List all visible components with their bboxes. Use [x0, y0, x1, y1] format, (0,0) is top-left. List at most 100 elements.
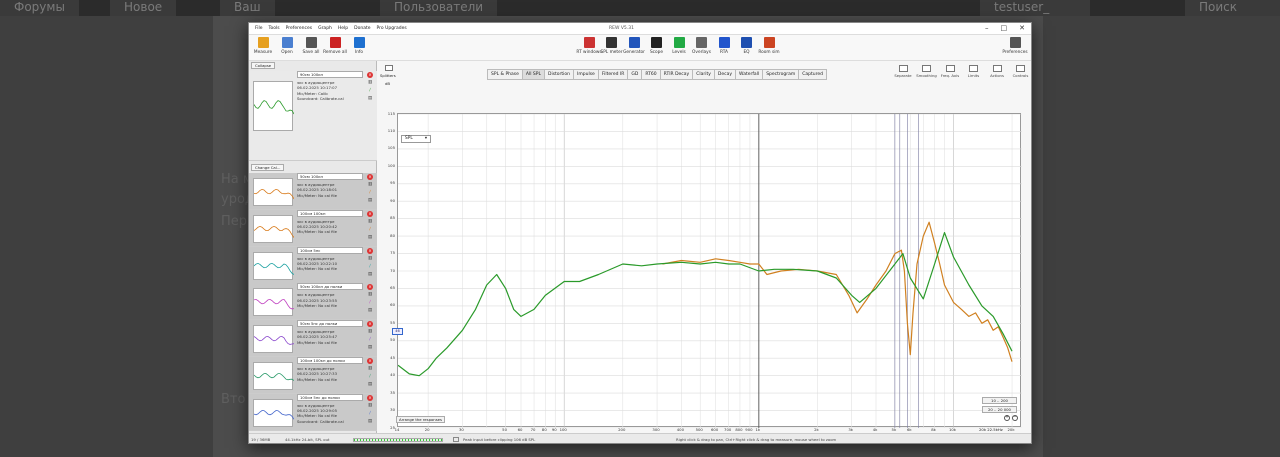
trace-color-icon[interactable]: ∕: [367, 264, 373, 269]
y-axis-marker[interactable]: 46: [392, 328, 403, 335]
arrange-responses-button[interactable]: Arrange the responses: [396, 416, 446, 423]
splitters-icon[interactable]: [385, 65, 393, 71]
graph-tab[interactable]: GD: [627, 69, 643, 80]
document-icon[interactable]: ▤: [367, 345, 373, 350]
remove-measurement-icon[interactable]: ×: [367, 358, 373, 364]
document-icon[interactable]: ▤: [367, 198, 373, 203]
measurement-tile[interactable]: 100см 5нс до полки экс в аудиоцентре 06.02…: [249, 393, 377, 431]
y-tick-label: 110: [387, 127, 395, 133]
range-select-2[interactable]: 20 .. 20 000: [982, 406, 1017, 413]
remove-measurement-icon[interactable]: ×: [367, 394, 373, 401]
collapse-button[interactable]: Collapse: [251, 62, 276, 69]
separate-control[interactable]: Separate: [892, 65, 914, 78]
thumbnail-graph: [253, 409, 295, 420]
graph-tab[interactable]: SPL & Phase: [487, 69, 523, 80]
chart-icon[interactable]: ▥: [367, 219, 373, 224]
toolbar-label: Save all: [302, 50, 320, 55]
x-tick-label: 800: [735, 427, 743, 432]
graph-tab[interactable]: Clarity: [692, 69, 715, 80]
measurement-name[interactable]: 50см 100кп до полки: [297, 283, 363, 291]
info-line: Mic/Meter: No cal file: [297, 229, 337, 235]
freq-axis-control[interactable]: Freq. Axis: [939, 65, 961, 78]
remove-measurement-icon[interactable]: ×: [367, 72, 373, 78]
remove-measurement-icon[interactable]: ×: [367, 174, 373, 180]
chart-icon[interactable]: ▥: [367, 256, 373, 261]
document-icon[interactable]: ▤: [367, 235, 373, 240]
menu-item-1[interactable]: Tools: [269, 26, 280, 31]
thumbnail-graph: [253, 336, 295, 346]
measurement-tile[interactable]: 100см 100кп до полки экс в аудиоцентре 06.…: [249, 357, 377, 394]
graph-tab[interactable]: Filtered IR: [597, 69, 629, 80]
measurement-tile[interactable]: 50см 5нс до полки экс в аудиоцентре 06.02.…: [249, 320, 377, 358]
measurement-tile[interactable]: 100см 100кп экс в аудиоцентре 06.02.2025 1…: [249, 209, 377, 247]
room-sim-button[interactable]: Room sim: [755, 37, 783, 55]
frequency-response-plot[interactable]: SPL ▾ 46 Arrange the responses 10 .. 200 …: [392, 113, 1022, 428]
maximize-button[interactable]: □: [1001, 24, 1008, 32]
document-icon[interactable]: ▤: [367, 419, 373, 424]
measurement-name[interactable]: 100см 100кп до полки: [297, 357, 363, 364]
trace-color-icon[interactable]: ∕: [367, 374, 373, 379]
wrench-button[interactable]: Preferences: [1001, 37, 1029, 55]
measurement-tile[interactable]: 90см 100кп экс в аудиоцентре 06.02.2025 10…: [249, 71, 377, 161]
trace-color-icon[interactable]: ∕: [367, 411, 373, 416]
actions-control[interactable]: Actions: [986, 65, 1008, 78]
change-cal-button[interactable]: Change Cal...: [251, 164, 285, 171]
measurement-name[interactable]: 100см 5нс: [297, 246, 363, 254]
graph-tab[interactable]: Decay: [713, 69, 737, 80]
graph-tab[interactable]: Spectrogram: [762, 69, 800, 80]
graph-tab[interactable]: All SPL: [521, 69, 545, 80]
controls-control[interactable]: Controls: [1010, 65, 1032, 78]
measurement-tile[interactable]: 50см 100кп до полки экс в аудиоцентре 06.0…: [249, 283, 377, 321]
chart-icon[interactable]: ▥: [367, 329, 373, 334]
menu-item-6[interactable]: Pro Upgrades: [377, 26, 407, 31]
remove-measurement-icon[interactable]: ×: [367, 321, 373, 328]
measurement-name[interactable]: 100см 100кп: [297, 209, 363, 217]
remove-measurement-icon[interactable]: ×: [367, 210, 373, 217]
measurement-tile[interactable]: 100см 5нс экс в аудиоцентре 06.02.2025 10:…: [249, 246, 377, 284]
measurement-name[interactable]: 100см 5нс до полки: [297, 393, 363, 401]
document-icon[interactable]: ▤: [367, 272, 373, 277]
menu-item-5[interactable]: Donate: [354, 26, 370, 31]
zoom-out-x-icon[interactable]: −: [1012, 415, 1018, 421]
chart-icon[interactable]: ▥: [367, 292, 373, 297]
trace-color-icon[interactable]: ∕: [367, 190, 373, 195]
zoom-in-x-icon[interactable]: +: [1004, 415, 1010, 421]
limits-control[interactable]: Limits: [963, 65, 985, 78]
menu-item-4[interactable]: Help: [338, 26, 348, 31]
graph-tab[interactable]: Waterfall: [735, 69, 764, 80]
chart-icon[interactable]: ▥: [367, 403, 373, 408]
info-button[interactable]: Info: [345, 37, 373, 55]
smoothing-icon: [922, 65, 931, 72]
menu-item-2[interactable]: Preferences: [286, 26, 312, 31]
remove-measurement-icon[interactable]: ×: [367, 284, 373, 291]
document-icon[interactable]: ▤: [367, 96, 373, 101]
measurement-name[interactable]: 90см 100кп: [297, 71, 363, 78]
remove-measurement-icon[interactable]: ×: [367, 247, 373, 254]
document-icon[interactable]: ▤: [367, 382, 373, 387]
measurement-name[interactable]: 50см 100кп: [297, 173, 363, 180]
trace-color-icon[interactable]: ∕: [367, 300, 373, 305]
chart-icon[interactable]: ▥: [367, 80, 373, 85]
measurement-tile[interactable]: 50см 100кп экс в аудиоцентре 06.02.2025 10…: [249, 173, 377, 210]
trace-color-icon[interactable]: ∕: [367, 337, 373, 342]
trace-color-icon[interactable]: ∕: [367, 88, 373, 93]
graph-tab[interactable]: Captured: [798, 69, 828, 80]
menu-item-0[interactable]: File: [255, 26, 263, 31]
document-icon[interactable]: ▤: [367, 308, 373, 313]
trace-color-icon[interactable]: ∕: [367, 227, 373, 232]
range-select-1[interactable]: 10 .. 200: [982, 397, 1017, 404]
y-axis-select[interactable]: SPL ▾: [401, 135, 431, 143]
graph-tab[interactable]: Distortion: [543, 69, 575, 80]
chart-icon[interactable]: ▥: [367, 366, 373, 371]
minimize-button[interactable]: –: [985, 24, 989, 32]
chart-icon[interactable]: ▥: [367, 182, 373, 187]
close-button[interactable]: ✕: [1019, 24, 1025, 32]
graph-tab[interactable]: RTIR Decay: [659, 69, 694, 80]
graph-tab[interactable]: RT60: [641, 69, 661, 80]
controls-icon: [1016, 65, 1025, 72]
measurement-name[interactable]: 50см 5нс до полки: [297, 320, 363, 328]
measurement-info: экс в аудиоцентре 06.02.2025 10:23:55 Mic/…: [297, 292, 337, 308]
smoothing-control[interactable]: Smoothing: [916, 65, 938, 78]
menu-item-3[interactable]: Graph: [318, 26, 332, 31]
graph-tab[interactable]: Impulse: [573, 69, 599, 80]
